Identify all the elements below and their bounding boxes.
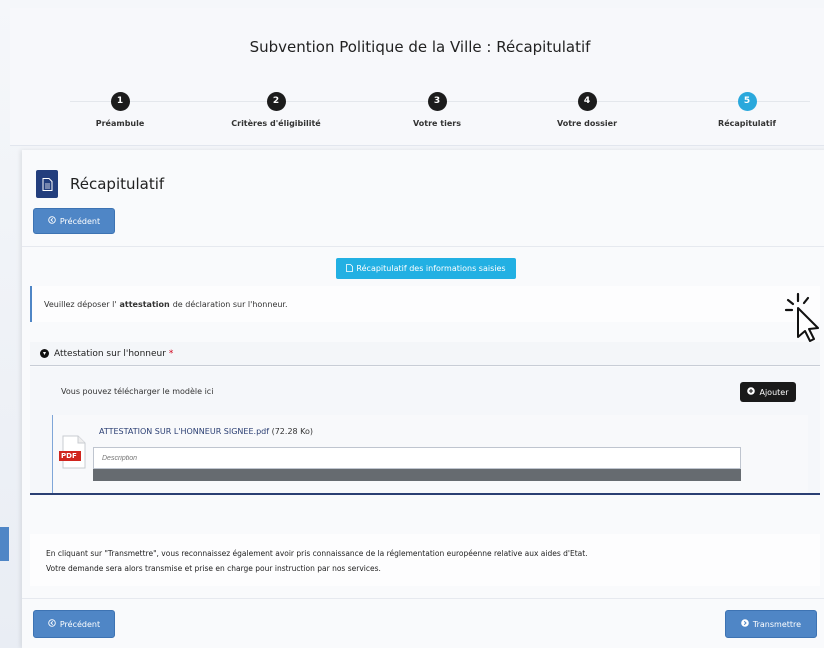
- step-label: Préambule: [95, 119, 145, 128]
- description-resize-bar: [93, 469, 741, 481]
- file-size: (72.28 Ko): [271, 427, 314, 436]
- uploaded-file-row: PDF ATTESTATION SUR L'HONNEUR SIGNEE.pdf…: [52, 415, 808, 493]
- legal-notice: En cliquant sur "Transmettre", vous reco…: [30, 534, 820, 586]
- arrow-left-circle-icon: [48, 619, 56, 629]
- previous-button-bottom[interactable]: Précédent: [33, 610, 115, 638]
- step-tiers[interactable]: 3 Votre tiers: [367, 92, 507, 128]
- step-number: 5: [737, 92, 757, 111]
- previous-button-top[interactable]: Précédent: [33, 208, 115, 234]
- step-label: Récapitulatif: [718, 119, 776, 128]
- add-button-label: Ajouter: [759, 387, 789, 397]
- info-text-suffix: de déclaration sur l'honneur.: [172, 299, 288, 309]
- arrow-right-circle-icon: [741, 619, 749, 629]
- chevron-down-icon: ▾: [40, 349, 49, 358]
- document-icon: [36, 170, 58, 198]
- divider: [22, 246, 824, 247]
- previous-button-label: Précédent: [59, 216, 101, 226]
- step-label: Votre tiers: [413, 119, 461, 128]
- step-recapitulatif[interactable]: 5 Récapitulatif: [677, 92, 817, 128]
- step-number: 4: [577, 92, 597, 111]
- transmit-button[interactable]: Transmettre: [725, 610, 817, 638]
- arrow-left-circle-icon: [48, 216, 56, 226]
- plus-circle-icon: [747, 387, 756, 397]
- pdf-file-icon: PDF: [59, 435, 87, 469]
- step-number: 2: [266, 92, 286, 111]
- add-button[interactable]: Ajouter: [740, 382, 796, 402]
- info-text-prefix: Veuillez déposer l': [44, 299, 117, 309]
- info-text-bold: attestation: [119, 299, 170, 309]
- step-number: 1: [110, 92, 130, 111]
- file-name: ATTESTATION SUR L'HONNEUR SIGNEE.pdf: [99, 427, 270, 436]
- legal-line-2: Votre demande sera alors transmise et pr…: [46, 564, 381, 573]
- header: Subvention Politique de la Ville : Récap…: [10, 8, 824, 146]
- click-cursor-icon: [784, 292, 824, 346]
- attestation-accordion-body: Vous pouvez télécharger le modèle ici Aj…: [30, 367, 820, 495]
- section-title: Récapitulatif: [70, 175, 165, 193]
- description-input[interactable]: [93, 447, 741, 469]
- page-title: Subvention Politique de la Ville : Récap…: [249, 38, 591, 56]
- file-icon: [346, 263, 354, 274]
- required-asterisk: *: [168, 348, 174, 359]
- file-name-link[interactable]: ATTESTATION SUR L'HONNEUR SIGNEE.pdf (72…: [99, 427, 313, 436]
- side-tab[interactable]: [0, 527, 9, 561]
- attestation-heading: Attestation sur l'honneur: [54, 348, 166, 359]
- previous-button-label: Précédent: [59, 619, 101, 629]
- step-preambule[interactable]: 1 Préambule: [50, 92, 190, 128]
- step-label: Critères d'éligibilité: [231, 119, 321, 128]
- step-number: 3: [427, 92, 447, 111]
- recap-button-label: Récapitulatif des informations saisies: [356, 264, 506, 273]
- section-header: Récapitulatif: [36, 170, 164, 198]
- transmit-button-label: Transmettre: [752, 619, 802, 629]
- legal-line-1: En cliquant sur "Transmettre", vous reco…: [46, 549, 588, 558]
- step-dossier[interactable]: 4 Votre dossier: [517, 92, 657, 128]
- info-message: Veuillez déposer l' attestation de décla…: [30, 286, 820, 322]
- attestation-accordion-header[interactable]: ▾ Attestation sur l'honneur *: [30, 342, 820, 366]
- step-eligibilite[interactable]: 2 Critères d'éligibilité: [206, 92, 346, 128]
- main-card: Récapitulatif Précédent Récapitulatif de…: [22, 150, 824, 648]
- divider: [22, 598, 824, 599]
- step-label: Votre dossier: [556, 119, 618, 128]
- download-model-link[interactable]: Vous pouvez télécharger le modèle ici: [61, 387, 213, 396]
- pdf-label: PDF: [61, 452, 77, 460]
- recap-button[interactable]: Récapitulatif des informations saisies: [336, 258, 516, 279]
